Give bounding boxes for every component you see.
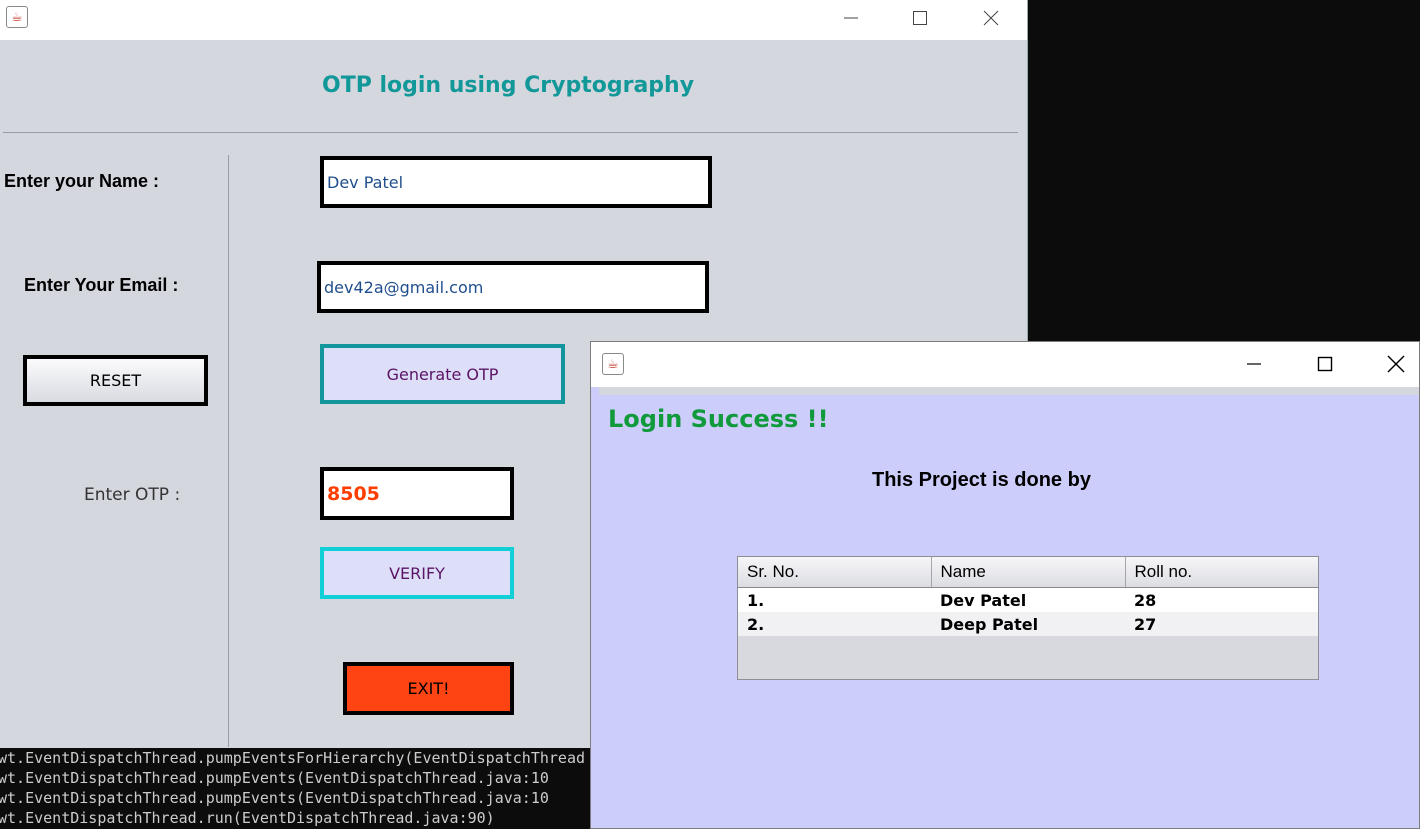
column-header[interactable]: Roll no. [1125,557,1318,588]
table-cell: 28 [1134,590,1157,610]
dialog-minimize-button[interactable] [1231,346,1277,382]
credits-table: Sr. No. Name Roll no. 1. Dev Patel 28 2.… [738,557,1318,636]
dialog-top-strip [599,387,1419,395]
login-success-dialog: ☕ Login Success !! This Project is done … [590,341,1420,829]
close-button[interactable] [968,0,1014,36]
console-line: wt.EventDispatchThread.pumpEvents(EventD… [0,789,549,807]
credits-table-scrollpane[interactable]: Sr. No. Name Roll no. 1. Dev Patel 28 2.… [737,556,1319,680]
maximize-icon [1317,356,1333,372]
java-cup-icon: ☕ [602,353,624,375]
table-cell: 27 [1134,614,1157,634]
minimize-button[interactable] [828,0,874,36]
java-cup-icon: ☕ [6,6,28,28]
credits-subtitle: This Project is done by [872,469,1091,491]
minimize-icon [1247,363,1261,365]
table-row[interactable]: 2. Deep Patel 27 [738,612,1318,636]
console-line: wt.EventDispatchThread.run(EventDispatch… [0,809,495,827]
dialog-title-bar[interactable]: ☕ [591,342,1419,387]
generate-otp-button[interactable]: Generate OTP [320,344,565,404]
console-line: wt.EventDispatchThread.pumpEventsForHier… [0,749,585,767]
minimize-icon [844,17,858,19]
name-label: Enter your Name : [4,171,160,191]
column-header[interactable]: Sr. No. [738,557,932,588]
header-divider [3,132,1018,133]
dialog-close-button[interactable] [1373,346,1419,382]
table-cell: Dev Patel [940,590,1027,610]
table-header-row: Sr. No. Name Roll no. [738,557,1318,588]
exit-button[interactable]: EXIT! [343,662,514,715]
otp-label: Enter OTP : [84,485,181,505]
close-icon [983,10,999,26]
table-cell: 1. [747,590,765,610]
dialog-maximize-button[interactable] [1302,346,1348,382]
page-title: OTP login using Cryptography [322,73,695,98]
close-icon [1387,355,1405,373]
verify-button[interactable]: VERIFY [320,547,514,599]
column-header[interactable]: Name [931,557,1126,588]
maximize-button[interactable] [897,0,943,36]
reset-button[interactable]: RESET [23,355,208,406]
maximize-icon [913,11,927,25]
title-bar[interactable]: ☕ [0,0,1027,40]
console-output: wt.EventDispatchThread.pumpEventsForHier… [0,748,600,829]
otp-field[interactable]: 8505 [320,467,514,520]
console-line: wt.EventDispatchThread.pumpEvents(EventD… [0,769,549,787]
vertical-divider [228,155,229,747]
table-cell: 2. [747,614,765,634]
name-field[interactable]: Dev Patel [320,156,712,208]
table-cell: Deep Patel [940,614,1039,634]
login-success-heading: Login Success !! [608,405,829,433]
table-row[interactable]: 1. Dev Patel 28 [738,587,1318,612]
email-label: Enter Your Email : [24,275,179,295]
email-field[interactable]: dev42a@gmail.com [317,261,709,313]
